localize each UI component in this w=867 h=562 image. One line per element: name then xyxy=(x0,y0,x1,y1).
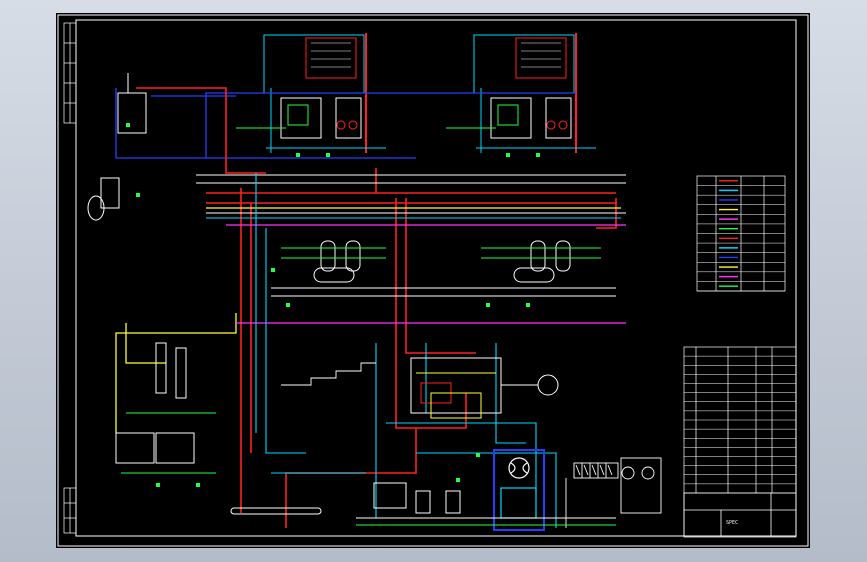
deaerator-left xyxy=(87,73,147,221)
inner-frame xyxy=(75,19,797,537)
drawing-viewport[interactable]: SPEC xyxy=(56,13,810,548)
title-block-tag: SPEC xyxy=(726,520,738,526)
heater-group-2 xyxy=(481,240,601,283)
heater-group-1 xyxy=(281,240,386,283)
valve-marks xyxy=(126,123,540,487)
cooling-water-lines xyxy=(206,173,621,528)
bottom-pumps xyxy=(230,482,616,526)
thermal-system-diagram: SPEC xyxy=(57,14,809,547)
outer-frame xyxy=(57,14,809,547)
condenser-area xyxy=(410,357,559,419)
parts-rows xyxy=(684,355,796,494)
extraction-lines xyxy=(226,224,626,324)
drain-steps xyxy=(281,362,376,386)
revision-strip xyxy=(63,22,77,534)
title-block xyxy=(683,492,797,537)
parts-list xyxy=(683,346,797,538)
condensate-lines xyxy=(115,207,621,433)
